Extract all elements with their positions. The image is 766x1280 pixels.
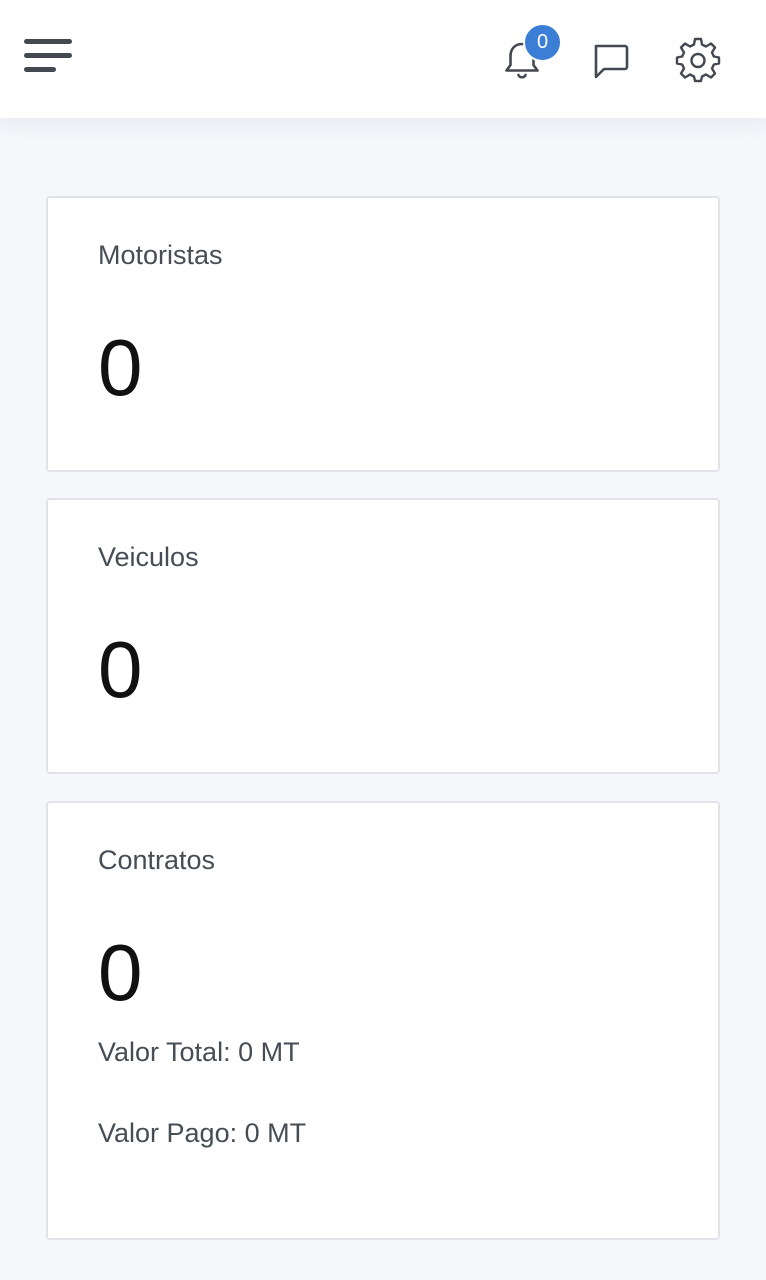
- gear-icon: [675, 37, 721, 83]
- card-count: 0: [98, 928, 143, 1017]
- hamburger-menu-icon[interactable]: [22, 36, 74, 80]
- chat-bubble-icon: [594, 44, 629, 79]
- messages-button[interactable]: [586, 36, 634, 84]
- top-bar: 0: [0, 0, 766, 118]
- card-title: Motoristas: [98, 240, 223, 270]
- notification-count-badge: 0: [523, 23, 562, 62]
- valor-pago-text: Valor Pago: 0 MT: [98, 1118, 307, 1148]
- veiculos-card[interactable]: Veiculos 0: [46, 498, 720, 774]
- card-count: 0: [98, 625, 143, 714]
- valor-total-text: Valor Total: 0 MT: [98, 1037, 300, 1067]
- card-title: Contratos: [98, 845, 216, 875]
- card-count: 0: [98, 323, 143, 412]
- card-title: Veiculos: [98, 542, 199, 572]
- contratos-card[interactable]: Contratos 0 Valor Total: 0 MT Valor Pago…: [46, 801, 720, 1240]
- motoristas-card[interactable]: Motoristas 0: [46, 196, 720, 472]
- settings-button[interactable]: [674, 36, 722, 84]
